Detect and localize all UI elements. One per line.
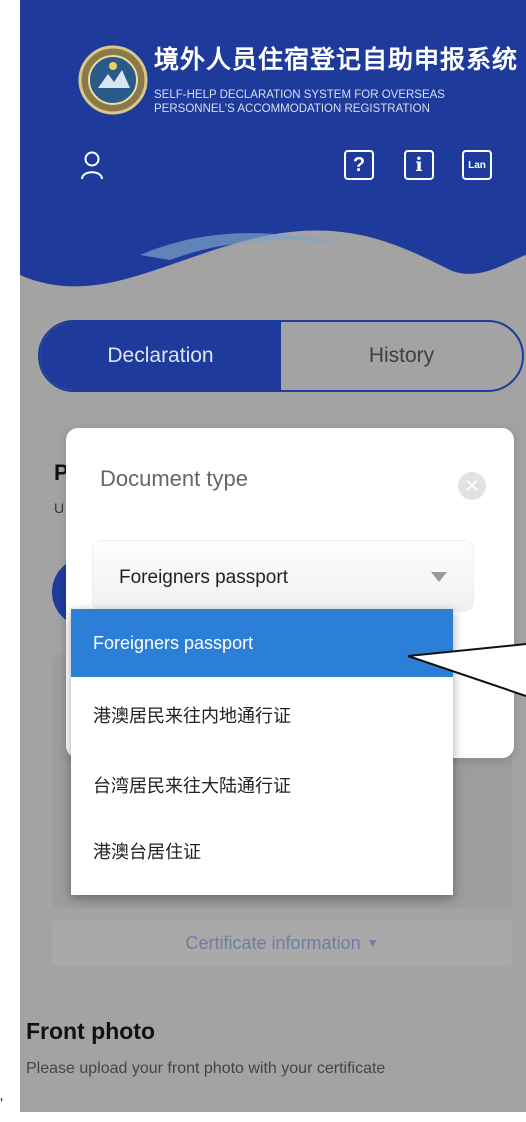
triangle-down-icon: ▼ [366,936,379,950]
language-button[interactable]: Lan [462,150,492,180]
app-title-en-line2: PERSONNEL'S ACCOMMODATION REGISTRATION [154,103,430,115]
info-button[interactable]: i [404,150,434,180]
certificate-info-toggle[interactable]: Certificate information ▼ [52,920,512,966]
tab-declaration[interactable]: Declaration [40,322,281,390]
select-value: Foreigners passport [119,567,288,588]
option-taiwan-permit[interactable]: 台湾居民来往大陆通行证 [71,751,453,819]
option-residence-permit[interactable]: 港澳台居住证 [71,817,453,885]
dialog-title: Document type [100,466,248,491]
front-photo-hint: Please upload your front photo with your… [26,1060,386,1077]
section-subtitle-partial: U [54,500,65,516]
corner-mark: ' [0,1096,4,1113]
callout-pointer [407,643,526,697]
option-foreigners-passport[interactable]: Foreigners passport [71,609,453,677]
front-photo-title: Front photo [26,1018,156,1044]
option-hk-macao-permit[interactable]: 港澳居民来往内地通行证 [71,681,453,749]
app-title-en: SELF-HELP DECLARATION SYSTEM FOR OVERSEA… [154,88,445,116]
app-screen: 境外人员住宿登记自助申报系统 SELF-HELP DECLARATION SYS… [20,0,526,1112]
tab-history[interactable]: History [281,322,522,390]
header-wave [20,230,526,305]
document-type-select[interactable]: Foreigners passport [92,540,474,612]
app-header: 境外人员住宿登记自助申报系统 SELF-HELP DECLARATION SYS… [20,0,526,305]
app-title-cn: 境外人员住宿登记自助申报系统 [154,45,519,74]
close-icon[interactable]: ✕ [458,472,486,500]
document-type-options: Foreigners passport 港澳居民来往内地通行证 台湾居民来往大陆… [71,609,453,895]
main-tabs: Declaration History [38,320,524,392]
certificate-info-label: Certificate information [185,932,361,953]
app-title-en-line1: SELF-HELP DECLARATION SYSTEM FOR OVERSEA… [154,89,445,101]
help-button[interactable]: ? [344,150,374,180]
user-icon[interactable] [80,150,104,180]
police-emblem-icon [78,45,148,115]
dropdown-arrow-icon [431,572,447,582]
